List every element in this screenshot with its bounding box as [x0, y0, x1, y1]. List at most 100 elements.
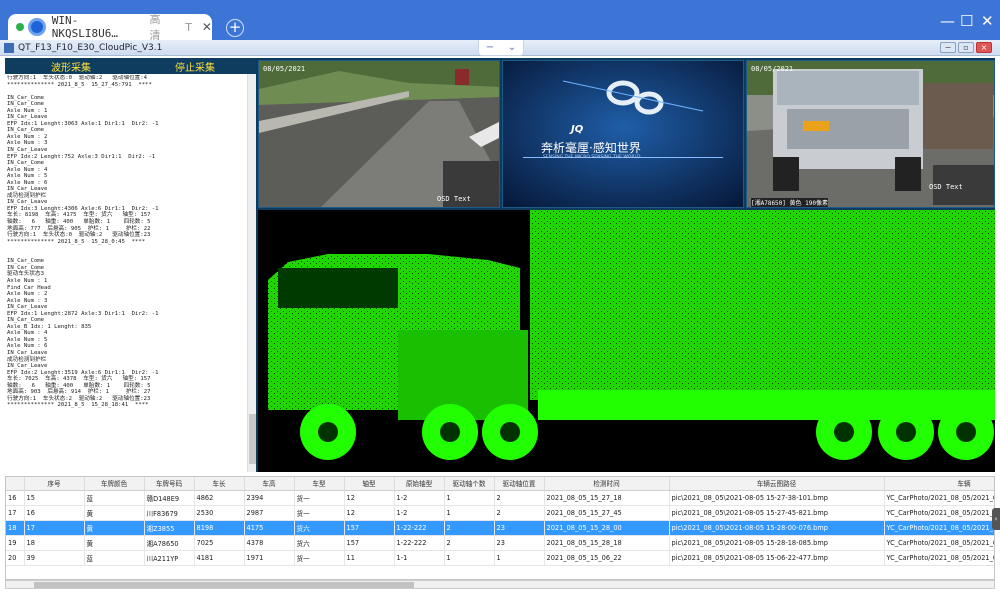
table-row[interactable]: 16 15 蓝赣D148E9 4862 2394 货一 12 1-2 1 2 2021_08_05_…	[6, 490, 994, 506]
remote-session-bar: WIN-NKQSLI8U6… 高清 T ✕ + — ☐ ✕	[0, 0, 1000, 43]
toolbar-minus-icon[interactable]: −	[486, 42, 494, 53]
table-cell: 赣D148E9	[144, 490, 195, 506]
app-restore-icon[interactable]: ▫	[958, 42, 974, 53]
brand-slogan-en: SENSING THE MICRO SENSING THE WORLD	[543, 155, 641, 160]
table-cell: 蓝	[84, 550, 145, 566]
maximize-icon[interactable]: ☐	[960, 14, 973, 29]
window-close-icon[interactable]: ✕	[981, 14, 994, 29]
column-header[interactable]: 序号	[24, 477, 85, 491]
table-cell: 2021_08_05_15_28_00	[544, 520, 670, 536]
table-row[interactable]: 20 39 蓝川A211YP 4181 1971 货一 11 1-1 1 1 2021_08_05_…	[6, 550, 994, 566]
camera-center-view: JQ 奔析毫厘·感知世界 SENSING THE MICRO SENSING T…	[502, 60, 744, 208]
column-header[interactable]: 车牌号码	[144, 477, 195, 491]
table-body: 16 15 蓝赣D148E9 4862 2394 货一 12 1-2 1 2 2021_08_05_…	[6, 490, 994, 566]
table-cell: 1	[444, 505, 495, 521]
table-cell: 货六	[294, 535, 345, 551]
table-cell: 货一	[294, 550, 345, 566]
log-scroll-thumb[interactable]	[249, 414, 256, 464]
table-cell: 157	[344, 520, 395, 536]
session-tab-marker: T	[185, 20, 192, 34]
column-header[interactable]: 车辆云图路径	[669, 477, 885, 491]
column-header[interactable]: 车长	[194, 477, 245, 491]
column-header[interactable]: 驱动轴位置	[494, 477, 545, 491]
camera-right-osd: OSD Text	[929, 183, 963, 191]
table-scroll-thumb[interactable]	[34, 582, 414, 588]
table-cell: 11	[344, 550, 395, 566]
start-wave-button[interactable]: 波形采集	[51, 59, 91, 74]
vehicle-point-cloud	[258, 210, 995, 472]
table-cell: 2021_08_05_15_06_22	[544, 550, 670, 566]
table-cell: YC_CarPhoto/2021_08_05/2021_0	[884, 490, 994, 506]
toolbar-chevron-icon[interactable]: ⌄	[508, 42, 516, 53]
table-cell: 蓝	[84, 490, 145, 506]
new-tab-icon[interactable]: +	[226, 19, 244, 37]
column-header[interactable]: 车高	[244, 477, 295, 491]
column-header[interactable]: 车辆	[884, 477, 994, 491]
table-cell: 湘Z3855	[144, 520, 195, 536]
table-cell: 7025	[194, 535, 245, 551]
point-cloud-image	[258, 210, 995, 472]
column-header[interactable]	[6, 477, 25, 491]
log-panel: 波形采集 停止采集 行驶方向:1 车头状态:0 驱动轴:2 驱动轴位置:4 **…	[5, 58, 256, 472]
minimize-icon[interactable]: —	[940, 14, 955, 29]
camera-left-image	[259, 61, 499, 207]
column-header[interactable]: 轴型	[344, 477, 395, 491]
table-cell: 川A211YP	[144, 550, 195, 566]
table-cell: 黄	[84, 520, 145, 536]
column-header[interactable]: 原始轴型	[394, 477, 445, 491]
table-cell: 18	[6, 520, 25, 536]
table-cell: 157	[344, 535, 395, 551]
table-cell: 1	[494, 550, 545, 566]
remote-app-logo-icon	[27, 18, 46, 36]
stop-collect-button[interactable]: 停止采集	[175, 59, 215, 74]
table-cell: pic\2021_08_05\2021-08-05 15-28-18-085.b…	[669, 535, 885, 551]
table-row[interactable]: 17 16 黄川F83679 2530 2987 货一 12 1-2 1 2 2021_08_05_…	[6, 505, 994, 521]
table-cell: 川F83679	[144, 505, 195, 521]
table-cell: 20	[6, 550, 25, 566]
table-cell: 12	[344, 505, 395, 521]
session-host-name: WIN-NKQSLI8U6…	[51, 14, 118, 40]
table-cell: 18	[24, 535, 85, 551]
table-cell: 4181	[194, 550, 245, 566]
table-cell: YC_CarPhoto/2021_08_05/2021_0	[884, 535, 994, 551]
table-cell: 1-2	[394, 490, 445, 506]
table-cell: pic\2021_08_05\2021-08-05 15-28-00-076.b…	[669, 520, 885, 536]
column-header[interactable]: 车型	[294, 477, 345, 491]
table-cell: 12	[344, 490, 395, 506]
table-cell: 4378	[244, 535, 295, 551]
table-cell: 2	[444, 535, 495, 551]
table-cell: 19	[6, 535, 25, 551]
table-cell: YC_CarPhoto/2021_08_05/2021_0	[884, 505, 994, 521]
table-cell: 2	[494, 490, 545, 506]
table-row[interactable]: 19 18 黄湘A78650 7025 4378 货六 157 1-22-222 2 23 2021…	[6, 535, 994, 551]
session-quality[interactable]: 高清	[149, 11, 171, 43]
table-cell: 1-2	[394, 505, 445, 521]
table-cell: 8198	[194, 520, 245, 536]
app-close-icon[interactable]: ×	[976, 42, 992, 53]
table-cell: 2021_08_05_15_27_18	[544, 490, 670, 506]
app-minimize-icon[interactable]: −	[940, 42, 956, 53]
log-text[interactable]: 行驶方向:1 车头状态:0 驱动轴:2 驱动轴位置:4 ************…	[7, 75, 245, 471]
table-cell: 23	[494, 520, 545, 536]
close-tab-icon[interactable]: ✕	[202, 20, 212, 34]
table-row[interactable]: 18 17 黄湘Z3855 8198 4175 货六 157 1-22-222 2 23 2021_…	[6, 520, 994, 536]
table-cell: 16	[24, 505, 85, 521]
floating-toolbar: − ⌄	[478, 40, 524, 56]
table-cell: 23	[494, 535, 545, 551]
camera-left-osd: OSD Text	[437, 195, 471, 203]
table-header-row: 序号 车牌颜色 车牌号码 车长 车高 车型 轴型 原始轴型 驱动轴个数 驱动轴位置 检测时间 车辆云图…	[6, 477, 994, 491]
column-header[interactable]: 车牌颜色	[84, 477, 145, 491]
table-cell: 1971	[244, 550, 295, 566]
column-header[interactable]: 驱动轴个数	[444, 477, 495, 491]
log-scrollbar[interactable]	[247, 74, 256, 472]
table-cell: YC_CarPhoto/2021_08_05/2021_0	[884, 520, 994, 536]
collect-button-bar: 波形采集 停止采集	[5, 58, 256, 74]
column-header[interactable]: 检测时间	[544, 477, 670, 491]
table-cell: 17	[6, 505, 25, 521]
table-cell: 货一	[294, 505, 345, 521]
side-collapse-icon[interactable]: ‹	[992, 508, 1000, 530]
table-cell: 1	[444, 550, 495, 566]
session-tab[interactable]: WIN-NKQSLI8U6… 高清 T ✕	[8, 11, 212, 43]
table-cell: 15	[24, 490, 85, 506]
table-horizontal-scrollbar[interactable]	[5, 580, 995, 589]
